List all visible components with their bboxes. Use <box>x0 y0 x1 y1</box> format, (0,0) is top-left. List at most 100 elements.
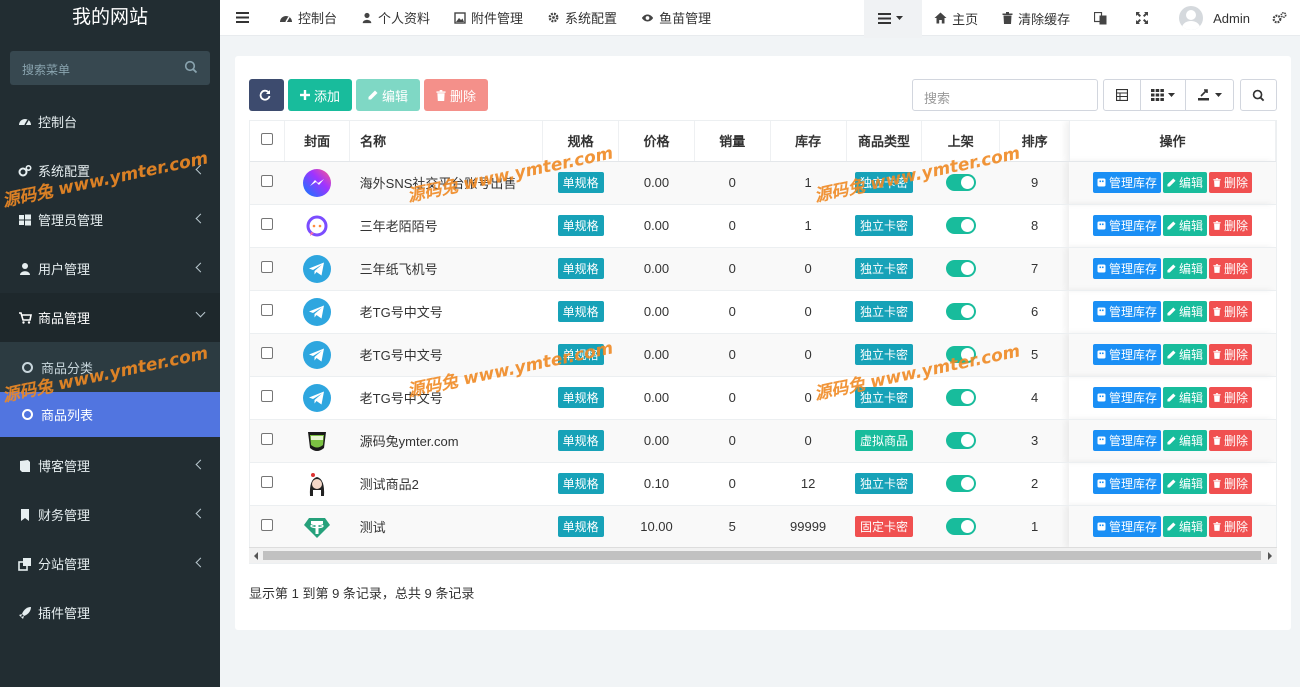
row-checkbox[interactable] <box>250 247 285 291</box>
table-row[interactable]: 老TG号中文号 单规格 0.00 0 0 独立卡密 4 管理库存 编辑 删除 <box>250 376 1276 420</box>
sidebar-item-plugins[interactable]: 插件管理 <box>0 588 220 637</box>
select-all-checkbox[interactable] <box>250 121 285 162</box>
row-checkbox[interactable] <box>250 505 285 549</box>
row-checkbox[interactable] <box>250 419 285 463</box>
table-row[interactable]: 三年纸飞机号 单规格 0.00 0 0 独立卡密 7 管理库存 编辑 删除 <box>250 247 1276 291</box>
col-header-cover[interactable]: 封面 <box>284 121 351 162</box>
col-header-spec[interactable]: 规格 <box>542 121 620 162</box>
search-button[interactable] <box>1240 79 1277 111</box>
momo-icon[interactable] <box>302 211 332 241</box>
delete-button[interactable]: 删除 <box>424 79 489 111</box>
telegram-icon[interactable] <box>302 254 332 284</box>
manage-stock-button[interactable]: 管理库存 <box>1092 215 1161 236</box>
row-delete-button[interactable]: 删除 <box>1208 473 1252 494</box>
row-edit-button[interactable]: 编辑 <box>1162 215 1207 236</box>
sidebar-item-system-config[interactable]: 系统配置 <box>0 146 220 195</box>
topnav-attachments[interactable]: 附件管理 <box>442 0 535 36</box>
translate-button[interactable] <box>1082 0 1124 36</box>
onsale-toggle[interactable] <box>945 260 976 278</box>
toggle-view-button[interactable] <box>1104 80 1141 110</box>
row-edit-button[interactable]: 编辑 <box>1162 473 1207 494</box>
fullscreen-button[interactable] <box>1124 0 1165 36</box>
row-checkbox[interactable] <box>250 462 285 506</box>
edit-button[interactable]: 编辑 <box>356 79 421 111</box>
sidebar-item-users[interactable]: 用户管理 <box>0 244 220 293</box>
messenger-icon[interactable] <box>302 168 332 198</box>
export-dropdown-button[interactable] <box>1186 80 1233 110</box>
topnav-home[interactable]: 主页 <box>922 0 990 36</box>
row-delete-button[interactable]: 删除 <box>1208 215 1252 236</box>
table-row[interactable]: 老TG号中文号 单规格 0.00 0 0 独立卡密 6 管理库存 编辑 删除 <box>250 290 1276 334</box>
row-delete-button[interactable]: 删除 <box>1208 301 1252 322</box>
row-checkbox[interactable] <box>250 204 285 248</box>
row-delete-button[interactable]: 删除 <box>1208 387 1252 408</box>
row-delete-button[interactable]: 删除 <box>1208 430 1252 451</box>
topnav-fish-management[interactable]: 鱼苗管理 <box>629 0 723 36</box>
row-edit-button[interactable]: 编辑 <box>1162 301 1207 322</box>
row-edit-button[interactable]: 编辑 <box>1162 258 1207 279</box>
topnav-profile[interactable]: 个人资料 <box>349 0 442 36</box>
scroll-right-arrow[interactable] <box>1268 552 1272 560</box>
telegram-icon[interactable] <box>302 340 332 370</box>
sidebar-item-finance[interactable]: 财务管理 <box>0 490 220 539</box>
manage-stock-button[interactable]: 管理库存 <box>1092 301 1161 322</box>
row-delete-button[interactable]: 删除 <box>1208 344 1252 365</box>
table-row[interactable]: 海外SNS社交平台账号出售 单规格 0.00 0 1 独立卡密 9 管理库存 编辑 删除 <box>250 161 1276 205</box>
row-edit-button[interactable]: 编辑 <box>1162 172 1207 193</box>
sidebar-toggle-button[interactable] <box>220 0 267 36</box>
manage-stock-button[interactable]: 管理库存 <box>1092 430 1161 451</box>
table-row[interactable]: 三年老陌陌号 单规格 0.00 0 1 独立卡密 8 管理库存 编辑 删除 <box>250 204 1276 248</box>
row-delete-button[interactable]: 删除 <box>1208 172 1252 193</box>
brand-title[interactable]: 我的网站 <box>0 0 220 38</box>
topnav-dashboard[interactable]: 控制台 <box>267 0 349 36</box>
topnav-system-config[interactable]: 系统配置 <box>535 0 629 36</box>
menu-toggle-dropdown[interactable] <box>864 0 923 38</box>
onsale-toggle[interactable] <box>945 346 976 364</box>
wechat-pay-icon[interactable] <box>302 426 332 456</box>
row-checkbox[interactable] <box>250 333 285 377</box>
col-header-sort[interactable]: 排序 <box>999 121 1070 162</box>
row-checkbox[interactable] <box>250 290 285 334</box>
col-header-stock[interactable]: 库存 <box>770 121 847 162</box>
sidebar-item-product-category[interactable]: 商品分类 <box>0 342 220 392</box>
col-header-price[interactable]: 价格 <box>618 121 695 162</box>
user-menu[interactable]: Admin <box>1165 0 1266 36</box>
row-delete-button[interactable]: 删除 <box>1208 516 1252 537</box>
row-delete-button[interactable]: 删除 <box>1208 258 1252 279</box>
row-edit-button[interactable]: 编辑 <box>1162 516 1207 537</box>
col-header-name[interactable]: 名称 <box>349 121 544 162</box>
manage-stock-button[interactable]: 管理库存 <box>1092 258 1161 279</box>
manage-stock-button[interactable]: 管理库存 <box>1092 387 1161 408</box>
onsale-toggle[interactable] <box>945 518 976 536</box>
settings-button[interactable] <box>1266 0 1300 36</box>
telegram-icon[interactable] <box>302 297 332 327</box>
add-button[interactable]: 添加 <box>288 79 353 111</box>
onsale-toggle[interactable] <box>945 475 976 493</box>
telegram-icon[interactable] <box>302 383 332 413</box>
sidebar-item-substation[interactable]: 分站管理 <box>0 539 220 588</box>
search-icon[interactable] <box>184 60 198 74</box>
sidebar-item-admin[interactable]: 管理员管理 <box>0 195 220 244</box>
scroll-left-arrow[interactable] <box>254 552 258 560</box>
onsale-toggle[interactable] <box>945 174 976 192</box>
sidebar-item-dashboard[interactable]: 控制台 <box>0 97 220 146</box>
manage-stock-button[interactable]: 管理库存 <box>1092 473 1161 494</box>
topnav-clear-cache[interactable]: 清除缓存 <box>990 0 1082 36</box>
refresh-button[interactable] <box>249 79 284 111</box>
horizontal-scrollbar[interactable] <box>249 547 1277 563</box>
tether-icon[interactable] <box>302 512 332 542</box>
sidebar-item-blog[interactable]: 博客管理 <box>0 441 220 490</box>
manage-stock-button[interactable]: 管理库存 <box>1092 516 1161 537</box>
table-row[interactable]: 源码兔ymter.com 单规格 0.00 0 0 虚拟商品 3 管理库存 编辑 删除 <box>250 419 1276 463</box>
row-edit-button[interactable]: 编辑 <box>1162 430 1207 451</box>
col-header-sales[interactable]: 销量 <box>694 121 771 162</box>
onsale-toggle[interactable] <box>945 389 976 407</box>
onsale-toggle[interactable] <box>945 432 976 450</box>
onsale-toggle[interactable] <box>945 217 976 235</box>
sidebar-search-input[interactable]: 搜索菜单 <box>10 51 210 85</box>
col-header-onsale[interactable]: 上架 <box>921 121 1001 162</box>
columns-dropdown-button[interactable] <box>1141 80 1186 110</box>
manage-stock-button[interactable]: 管理库存 <box>1092 344 1161 365</box>
avatar-girl-icon[interactable] <box>302 469 332 499</box>
table-row[interactable]: 老TG号中文号 单规格 0.00 0 0 独立卡密 5 管理库存 编辑 删除 <box>250 333 1276 377</box>
